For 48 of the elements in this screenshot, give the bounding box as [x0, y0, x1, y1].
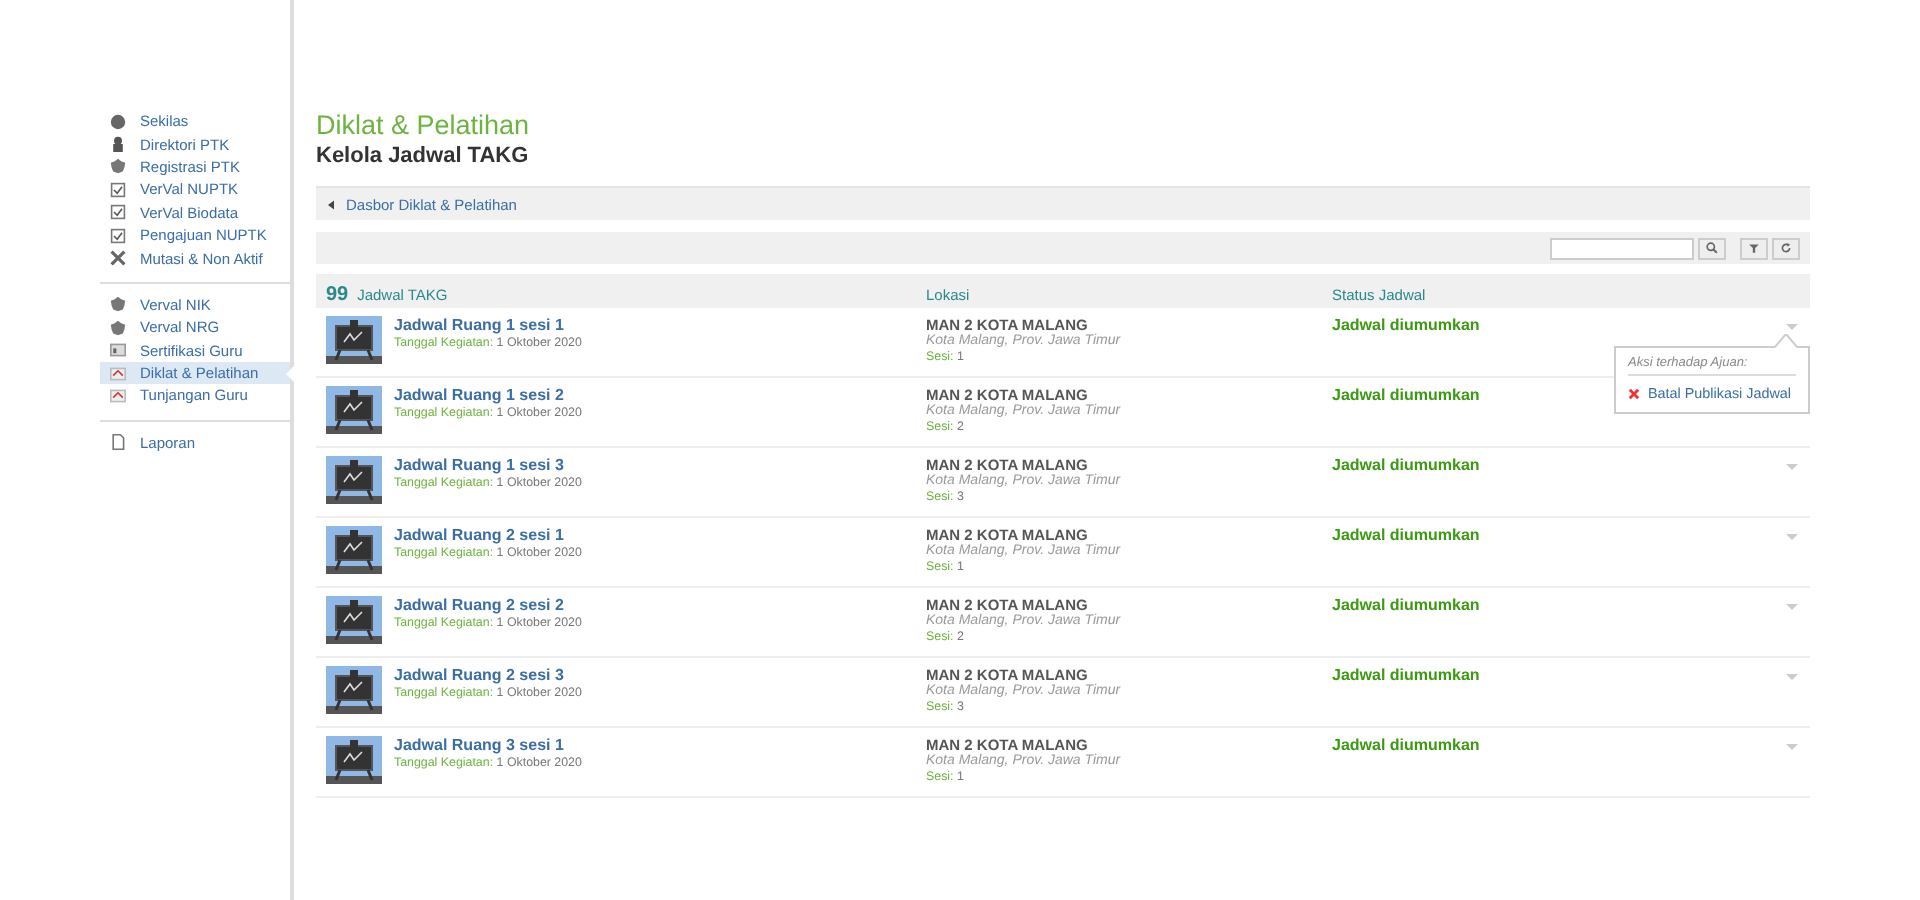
easel-board-icon	[326, 456, 382, 504]
easel-board-icon	[326, 666, 382, 714]
status-text: Jadwal diumumkan	[1332, 456, 1480, 474]
schedule-link[interactable]: Jadwal Ruang 1 sesi 2	[394, 386, 582, 404]
schedule-link[interactable]: Jadwal Ruang 3 sesi 1	[394, 736, 582, 754]
refresh-icon	[1780, 242, 1792, 254]
refresh-button[interactable]	[1772, 237, 1800, 259]
caret-icon[interactable]	[1786, 674, 1798, 680]
cross-icon	[1628, 387, 1640, 399]
easel-board-icon	[326, 316, 382, 364]
search-icon	[1706, 242, 1718, 254]
filter-icon	[1748, 242, 1760, 254]
checkbox-icon	[110, 181, 126, 198]
caret-icon[interactable]	[1786, 744, 1798, 750]
checkbox-icon	[110, 204, 126, 221]
board-icon	[110, 365, 126, 382]
schedule-link[interactable]: Jadwal Ruang 2 sesi 1	[394, 526, 582, 544]
page-title: Diklat & Pelatihan	[316, 110, 532, 140]
search-button[interactable]	[1698, 237, 1726, 259]
caret-icon[interactable]	[1786, 324, 1798, 330]
status-text: Jadwal diumumkan	[1332, 386, 1480, 404]
schedule-link[interactable]: Jadwal Ruang 1 sesi 3	[394, 456, 582, 474]
filter-button[interactable]	[1740, 237, 1768, 259]
caret-icon[interactable]	[1786, 534, 1798, 540]
document-icon	[110, 434, 126, 451]
easel-board-icon	[326, 386, 382, 434]
easel-board-icon	[326, 736, 382, 784]
caret-icon[interactable]	[1786, 604, 1798, 610]
person-icon	[110, 136, 126, 153]
status-text: Jadwal diumumkan	[1332, 736, 1480, 754]
easel-board-icon	[326, 596, 382, 644]
cross-icon	[110, 250, 126, 267]
board-icon	[110, 387, 126, 404]
status-text: Jadwal diumumkan	[1332, 596, 1480, 614]
status-text: Jadwal diumumkan	[1332, 666, 1480, 684]
easel-board-icon	[326, 526, 382, 574]
schedule-link[interactable]: Jadwal Ruang 2 sesi 3	[394, 666, 582, 684]
search-field[interactable]	[1550, 237, 1694, 259]
page-subtitle: Kelola Jadwal TAKG	[316, 144, 531, 168]
card-icon	[110, 342, 126, 359]
checkbox-icon	[110, 227, 126, 244]
status-text: Jadwal diumumkan	[1332, 526, 1480, 544]
caret-icon[interactable]	[1786, 464, 1798, 470]
schedule-link[interactable]: Jadwal Ruang 2 sesi 2	[394, 596, 582, 614]
schedule-link[interactable]: Jadwal Ruang 1 sesi 1	[394, 316, 582, 334]
status-text: Jadwal diumumkan	[1332, 316, 1480, 334]
caret-left-icon	[328, 199, 334, 209]
record-count: 99	[326, 283, 349, 305]
